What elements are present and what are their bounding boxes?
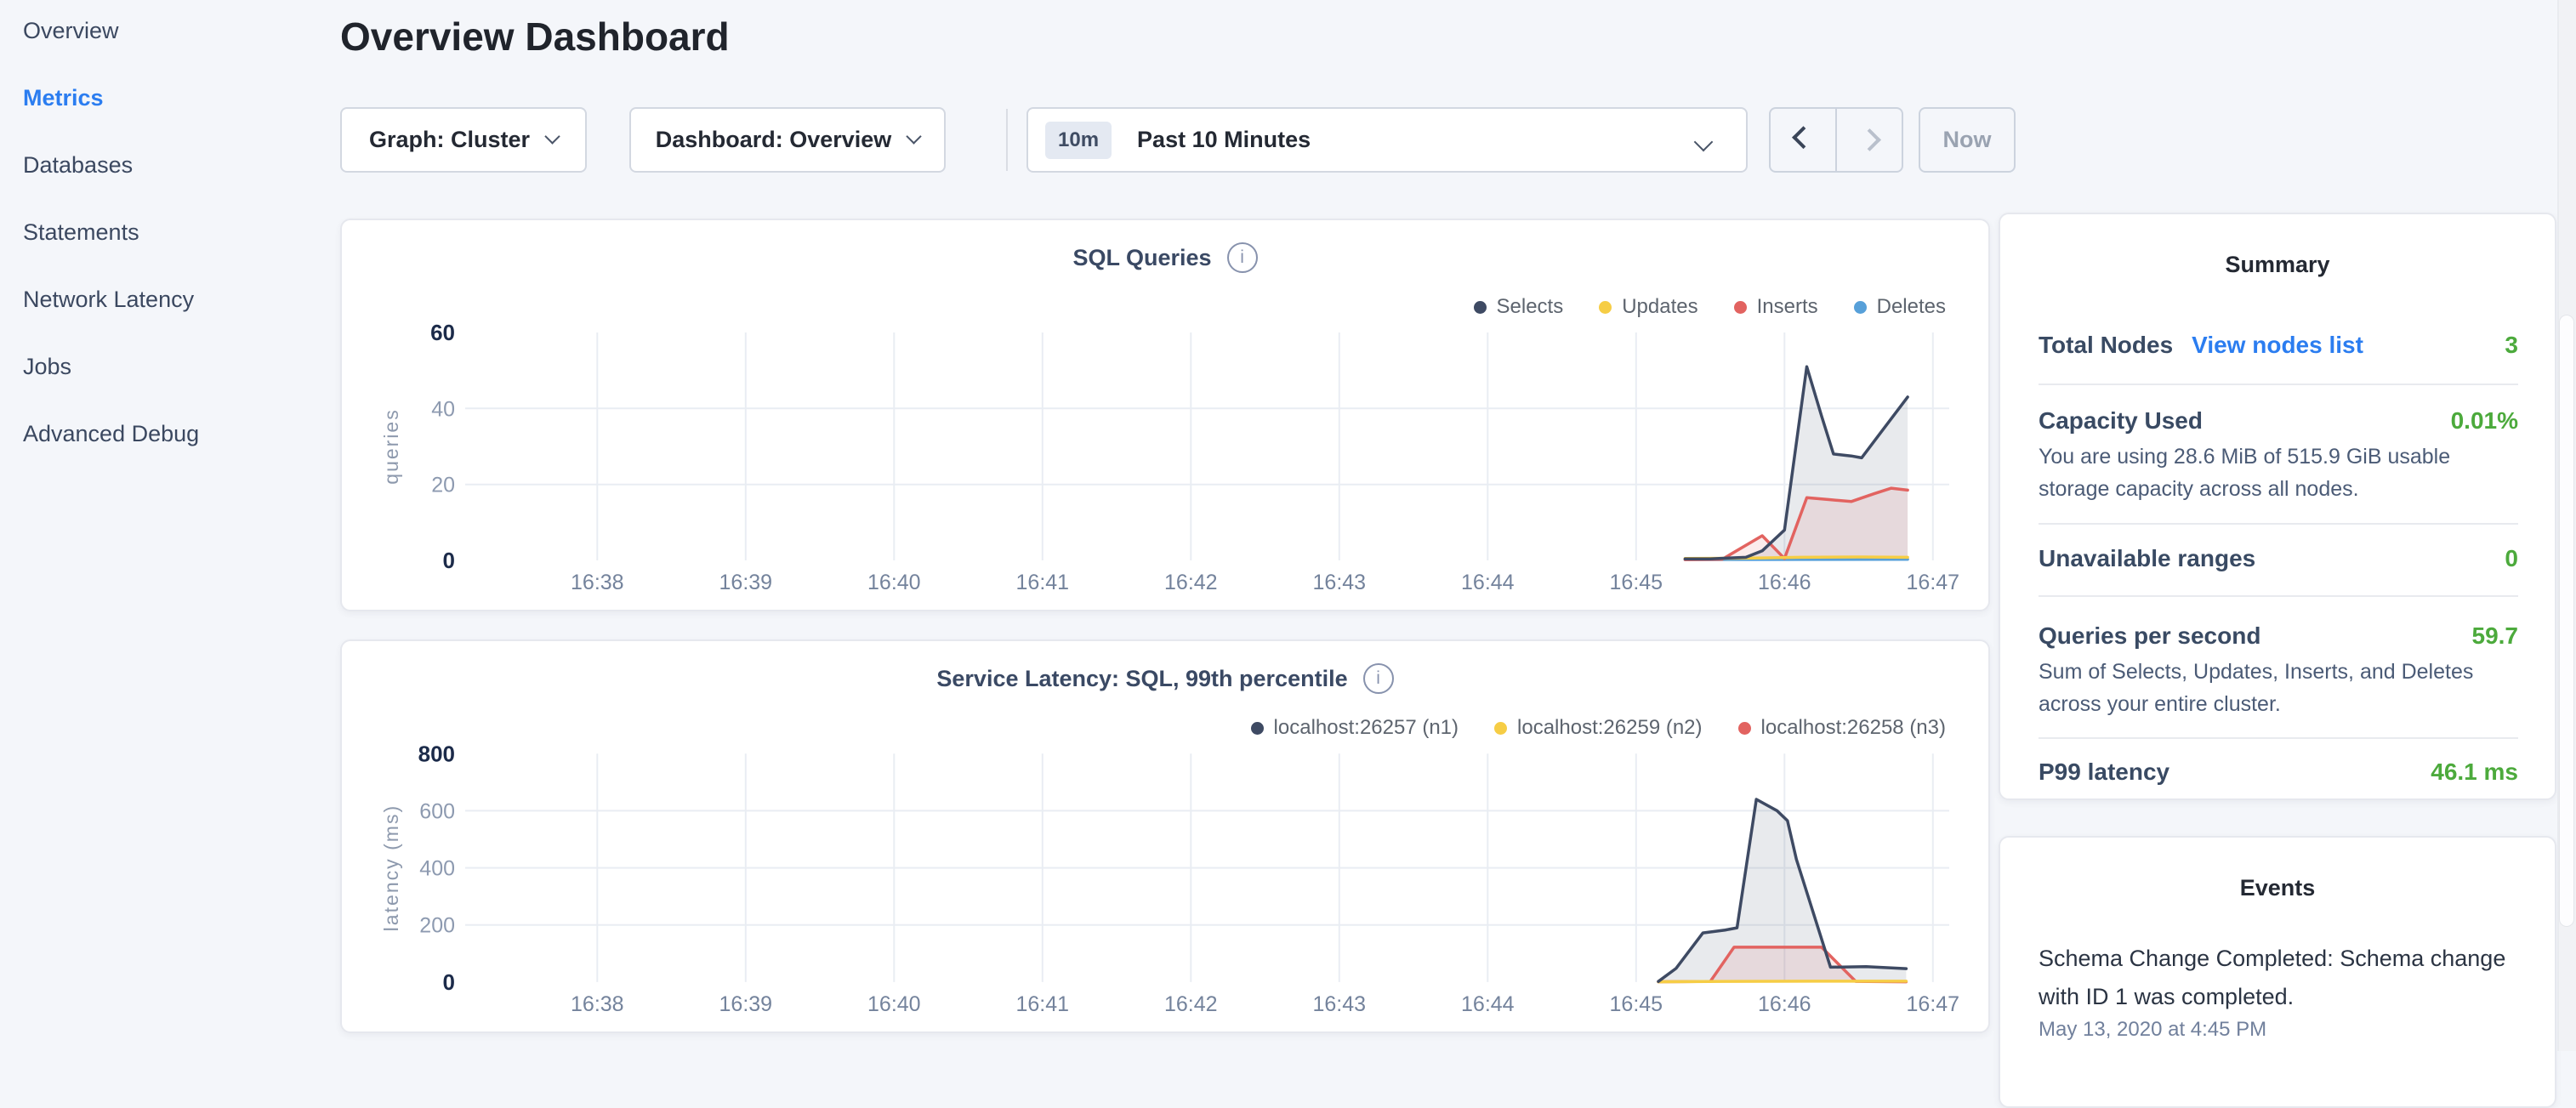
sidebar-item-jobs[interactable]: Jobs — [23, 355, 332, 378]
divider — [2039, 737, 2518, 739]
divider — [2039, 523, 2518, 525]
svg-text:40: 40 — [431, 397, 455, 421]
svg-text:20: 20 — [431, 474, 455, 497]
unavailable-ranges-label: Unavailable ranges — [2039, 545, 2255, 572]
qps-description: Sum of Selects, Updates, Inserts, and De… — [2039, 656, 2518, 720]
event-timestamp: May 13, 2020 at 4:45 PM — [2039, 1018, 2516, 1042]
sidebar-item-databases[interactable]: Databases — [23, 153, 332, 177]
chevron-down-icon — [1694, 133, 1714, 152]
time-window-badge: 10m — [1045, 122, 1112, 159]
scrollbar-track[interactable] — [2557, 0, 2576, 1051]
summary-row-total-nodes: Total Nodes View nodes list 3 — [2039, 332, 2518, 359]
svg-text:16:46: 16:46 — [1758, 571, 1811, 594]
svg-text:16:44: 16:44 — [1461, 571, 1515, 594]
total-nodes-value: 3 — [2505, 332, 2518, 359]
event-message: Schema Change Completed: Schema change w… — [2039, 940, 2516, 1016]
svg-text:0: 0 — [443, 969, 455, 995]
sidebar-item-network-latency[interactable]: Network Latency — [23, 287, 332, 311]
svg-text:latency (ms): latency (ms) — [380, 804, 402, 932]
capacity-used-value: 0.01% — [2451, 407, 2518, 435]
chevron-down-icon — [544, 128, 560, 144]
now-button[interactable]: Now — [1919, 107, 2016, 173]
time-window-dropdown[interactable]: 10m Past 10 Minutes — [1026, 107, 1748, 173]
svg-text:800: 800 — [418, 741, 455, 766]
page-title: Overview Dashboard — [340, 14, 730, 60]
time-range-arrows — [1769, 107, 1903, 173]
summary-row-qps: Queries per second 59.7 — [2039, 622, 2518, 650]
sidebar-item-advanced-debug[interactable]: Advanced Debug — [23, 422, 332, 446]
svg-text:16:41: 16:41 — [1016, 571, 1070, 594]
svg-text:16:39: 16:39 — [719, 992, 773, 1016]
events-title: Events — [2000, 875, 2555, 901]
sidebar-item-statements[interactable]: Statements — [23, 220, 332, 244]
toolbar-divider — [1006, 109, 1008, 171]
dashboard-dropdown[interactable]: Dashboard: Overview — [629, 107, 946, 173]
sidebar-item-overview[interactable]: Overview — [23, 19, 332, 43]
qps-label: Queries per second — [2039, 622, 2260, 650]
svg-text:200: 200 — [419, 914, 455, 938]
summary-title: Summary — [2000, 252, 2555, 278]
chevron-down-icon — [907, 128, 922, 144]
next-range-button[interactable] — [1835, 109, 1902, 171]
sidebar-item-metrics[interactable]: Metrics — [23, 86, 332, 110]
capacity-used-description: You are using 28.6 MiB of 515.9 GiB usab… — [2039, 440, 2518, 505]
svg-text:16:42: 16:42 — [1164, 992, 1218, 1016]
dashboard-dropdown-label: Dashboard: Overview — [656, 127, 892, 153]
svg-text:16:39: 16:39 — [719, 571, 773, 594]
service-latency-chart-card: Service Latency: SQL, 99th percentile i … — [340, 639, 1990, 1033]
divider — [2039, 595, 2518, 597]
summary-row-p99-latency: P99 latency 46.1 ms — [2039, 759, 2518, 786]
graph-dropdown[interactable]: Graph: Cluster — [340, 107, 587, 173]
svg-text:16:41: 16:41 — [1016, 992, 1070, 1016]
divider — [2039, 384, 2518, 385]
svg-text:16:45: 16:45 — [1610, 571, 1663, 594]
total-nodes-label: Total Nodes — [2039, 332, 2173, 359]
svg-text:60: 60 — [430, 320, 455, 345]
svg-text:16:47: 16:47 — [1907, 992, 1960, 1016]
capacity-used-label: Capacity Used — [2039, 407, 2203, 435]
p99-latency-label: P99 latency — [2039, 759, 2169, 786]
summary-row-unavailable-ranges: Unavailable ranges 0 — [2039, 545, 2518, 572]
svg-text:queries: queries — [380, 408, 402, 484]
service-latency-plot: 16:38 16:39 16:40 16:41 16:42 16:43 16:44 16:45… — [342, 641, 1992, 1035]
svg-text:16:45: 16:45 — [1610, 992, 1663, 1016]
qps-value: 59.7 — [2472, 622, 2519, 650]
chevron-left-icon — [1792, 126, 1815, 149]
svg-text:16:40: 16:40 — [867, 571, 921, 594]
svg-text:16:46: 16:46 — [1758, 992, 1811, 1016]
unavailable-ranges-value: 0 — [2505, 545, 2518, 572]
prev-range-button[interactable] — [1771, 109, 1835, 171]
sql-queries-plot: 16:38 16:39 16:40 16:41 16:42 16:43 16:44 16:45… — [342, 220, 1992, 613]
summary-row-capacity: Capacity Used 0.01% — [2039, 407, 2518, 435]
sql-queries-chart-card: SQL Queries i SelectsUpdatesInsertsDelet… — [340, 219, 1990, 611]
svg-text:16:38: 16:38 — [571, 992, 624, 1016]
svg-text:400: 400 — [419, 857, 455, 881]
time-window-label: Past 10 Minutes — [1137, 127, 1311, 153]
svg-text:600: 600 — [419, 799, 455, 823]
sidebar: Overview Metrics Databases Statements Ne… — [0, 0, 332, 489]
svg-text:16:43: 16:43 — [1313, 992, 1367, 1016]
svg-text:16:43: 16:43 — [1313, 571, 1367, 594]
summary-panel: Summary Total Nodes View nodes list 3 Ca… — [1999, 213, 2556, 800]
scrollbar-thumb[interactable] — [2559, 315, 2574, 927]
chevron-right-icon — [1858, 128, 1881, 151]
svg-text:16:47: 16:47 — [1907, 571, 1960, 594]
svg-text:16:44: 16:44 — [1461, 992, 1515, 1016]
svg-text:16:38: 16:38 — [571, 571, 624, 594]
graph-dropdown-label: Graph: Cluster — [369, 127, 530, 153]
p99-latency-value: 46.1 ms — [2431, 759, 2518, 786]
events-panel: Events Schema Change Completed: Schema c… — [1999, 836, 2556, 1108]
svg-text:16:40: 16:40 — [867, 992, 921, 1016]
svg-text:16:42: 16:42 — [1164, 571, 1218, 594]
view-nodes-list-link[interactable]: View nodes list — [2192, 332, 2363, 359]
svg-text:0: 0 — [443, 548, 455, 573]
